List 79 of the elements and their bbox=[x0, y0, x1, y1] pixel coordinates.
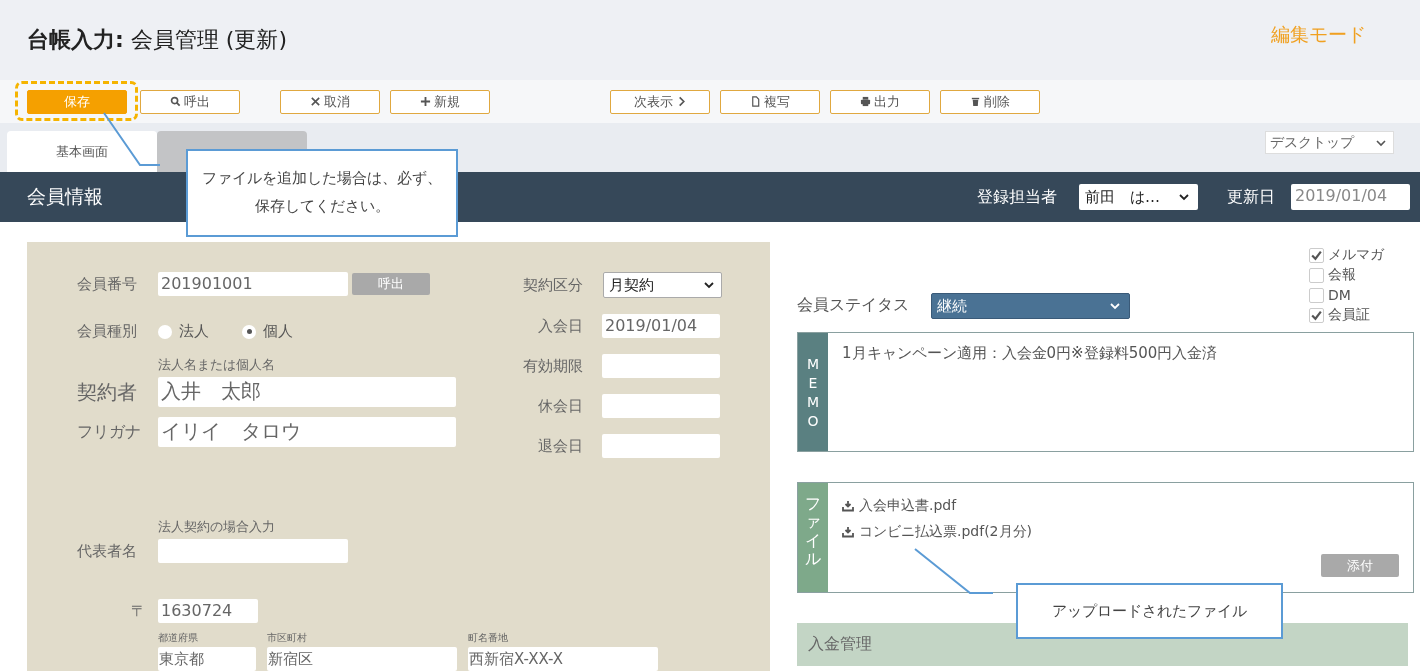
trash-icon bbox=[970, 96, 981, 107]
kana-field[interactable]: イリイ タロウ bbox=[158, 417, 456, 447]
checkbox-label: メルマガ bbox=[1328, 246, 1384, 264]
field-label: 有効期限 bbox=[522, 356, 583, 376]
field-hint: 法人名または個人名 bbox=[158, 356, 276, 374]
address-field[interactable]: 西新宿X-XX-X bbox=[468, 647, 658, 671]
memo-label: MEMO bbox=[806, 355, 820, 431]
toolbar-button[interactable]: 次表示 bbox=[610, 89, 710, 114]
document-icon bbox=[750, 96, 761, 107]
tab[interactable]: 基本画面 bbox=[7, 131, 157, 172]
field-label: 会員種別 bbox=[77, 322, 138, 341]
payment-title: 入金管理 bbox=[808, 634, 872, 655]
toolbar-button[interactable]: 呼出 bbox=[140, 89, 240, 114]
plus-icon bbox=[420, 96, 431, 107]
field-hint: 都道府県 bbox=[158, 631, 199, 645]
checkbox[interactable] bbox=[1309, 287, 1324, 303]
field-label: 入会日 bbox=[537, 316, 583, 336]
updated-field[interactable]: 2019/01/04 bbox=[1291, 184, 1410, 210]
chevron-down-icon bbox=[703, 279, 715, 291]
staff-label: 登録担当者 bbox=[977, 186, 1057, 208]
radio-label: 法人 bbox=[179, 322, 209, 341]
toolbar-button[interactable]: 新規 bbox=[390, 89, 490, 114]
field-label: 退会日 bbox=[537, 436, 583, 456]
mode-label: 編集モード bbox=[1271, 22, 1366, 47]
representative-field[interactable] bbox=[158, 539, 348, 563]
toolbar-button[interactable]: 削除 bbox=[940, 89, 1040, 114]
field-label: 会員番号 bbox=[77, 274, 138, 294]
field-hint: 法人契約の場合入力 bbox=[158, 518, 276, 536]
callout-text: ファイルを追加した場合は、必ず、保存してください。 bbox=[201, 168, 443, 217]
radio-label: 個人 bbox=[263, 322, 293, 341]
field-label: 休会日 bbox=[537, 396, 583, 416]
updated-label: 更新日 bbox=[1227, 186, 1275, 208]
staff-select[interactable]: 前田 は… bbox=[1079, 184, 1198, 210]
checkbox[interactable] bbox=[1309, 307, 1324, 323]
field-hint: 町名番地 bbox=[468, 631, 509, 645]
close-icon bbox=[310, 96, 321, 107]
toolbar-button[interactable]: 出力 bbox=[830, 89, 930, 114]
checkbox-label: 会報 bbox=[1328, 266, 1356, 284]
file-label: ファイル bbox=[805, 495, 821, 571]
contract-select[interactable]: 月契約 bbox=[603, 272, 722, 298]
memo-box[interactable]: MEMO 1月キャンペーン適用：入会金0円※登録料500円入金済 bbox=[797, 332, 1414, 452]
date-field[interactable] bbox=[602, 394, 720, 418]
search-icon bbox=[170, 96, 181, 107]
download-icon bbox=[842, 526, 854, 538]
field-label: 契約者 bbox=[77, 378, 138, 406]
checkbox-label: DM bbox=[1328, 287, 1351, 303]
field-hint: 市区町村 bbox=[267, 631, 308, 645]
page-title: 台帳入力: 会員管理 (更新) bbox=[27, 26, 288, 54]
member-number-field[interactable]: 201901001 bbox=[158, 272, 348, 296]
print-icon bbox=[860, 96, 871, 107]
download-icon bbox=[842, 500, 854, 512]
postal-code-field[interactable]: 1630724 bbox=[158, 599, 258, 623]
postal-mark: 〒 bbox=[130, 601, 147, 621]
file-link[interactable]: コンビニ払込票.pdf(2月分) bbox=[859, 523, 1032, 541]
field-label: 会員ステイタス bbox=[797, 295, 909, 316]
date-field[interactable] bbox=[602, 354, 720, 378]
view-select[interactable]: デスクトップ bbox=[1265, 131, 1394, 154]
callout-text: アップロードされたファイル bbox=[1052, 601, 1247, 621]
checkbox-label: 会員証 bbox=[1328, 306, 1370, 324]
date-field[interactable] bbox=[602, 434, 720, 458]
toolbar-button[interactable]: 取消 bbox=[280, 89, 380, 114]
status-select[interactable]: 継続 bbox=[931, 293, 1130, 319]
date-field[interactable]: 2019/01/04 bbox=[602, 314, 720, 338]
field-label: 代表者名 bbox=[77, 541, 138, 561]
chevron-down-icon bbox=[1178, 191, 1190, 203]
file-link[interactable]: 入会申込書.pdf bbox=[859, 497, 957, 515]
checkbox[interactable] bbox=[1309, 247, 1324, 263]
address-field[interactable]: 新宿区 bbox=[267, 647, 457, 671]
field-label: 契約区分 bbox=[522, 275, 583, 295]
address-field[interactable]: 東京都 bbox=[158, 647, 256, 671]
field-label: フリガナ bbox=[77, 421, 142, 443]
radio-button[interactable] bbox=[242, 324, 256, 339]
section-title: 会員情報 bbox=[27, 184, 103, 209]
radio-button[interactable] bbox=[158, 324, 172, 339]
toolbar-button[interactable]: 複写 bbox=[720, 89, 820, 114]
name-field[interactable]: 入井 太郎 bbox=[158, 377, 456, 407]
memo-text: 1月キャンペーン適用：入会金0円※登録料500円入金済 bbox=[842, 344, 1218, 362]
chevron-down-icon bbox=[1109, 300, 1121, 312]
checkbox[interactable] bbox=[1309, 267, 1324, 283]
